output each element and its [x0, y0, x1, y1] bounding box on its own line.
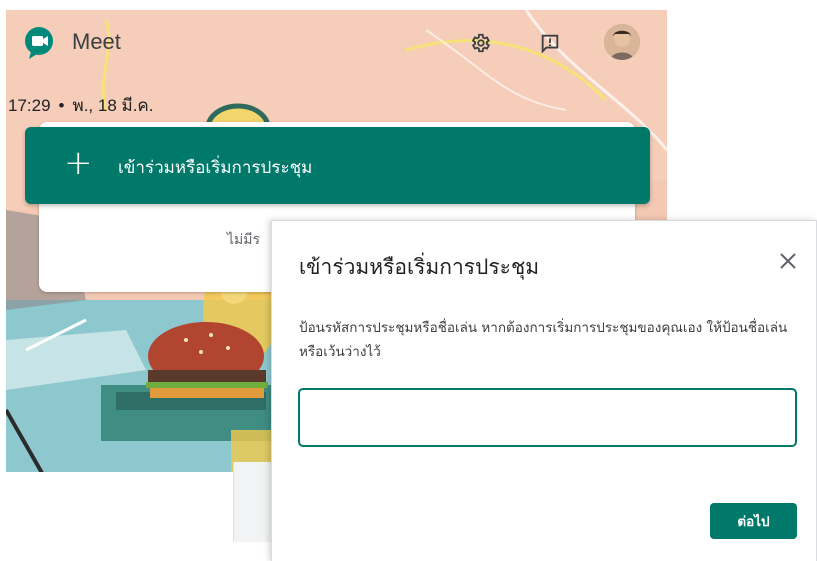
- feedback-icon: [541, 34, 559, 54]
- close-icon: [780, 253, 796, 269]
- meet-logo-icon: [25, 27, 53, 59]
- card-hint-text: ไม่มีร: [227, 232, 261, 248]
- current-date: พ., 18 มี.ค.: [72, 96, 154, 115]
- plus-icon: +: [64, 143, 93, 183]
- join-or-start-meeting-button[interactable]: + เข้าร่วมหรือเริ่มการประชุม: [25, 127, 650, 204]
- user-avatar-icon: [604, 24, 640, 60]
- meeting-code-input[interactable]: [298, 388, 797, 447]
- datetime-line: 17:29 • พ., 18 มี.ค.: [8, 92, 154, 119]
- app-name: Meet: [72, 29, 121, 54]
- join-button-label: เข้าร่วมหรือเริ่มการประชุม: [118, 158, 313, 178]
- dialog-description: ป้อนรหัสการประชุมหรือชื่อเล่น หากต้องการ…: [299, 320, 788, 360]
- gear-icon: [471, 33, 491, 53]
- next-button[interactable]: ต่อไป: [710, 503, 797, 539]
- current-time: 17:29: [8, 96, 51, 115]
- close-button[interactable]: [774, 247, 802, 275]
- lower-panel: [233, 462, 273, 542]
- settings-button[interactable]: [467, 30, 493, 56]
- avatar[interactable]: [604, 24, 640, 60]
- join-meeting-dialog: เข้าร่วมหรือเริ่มการประชุม ป้อนรหัสการปร…: [271, 220, 817, 561]
- top-bar: Meet: [6, 10, 667, 74]
- separator-dot: •: [58, 96, 65, 115]
- feedback-button[interactable]: [537, 30, 563, 56]
- dialog-title: เข้าร่วมหรือเริ่มการประชุม: [299, 255, 540, 279]
